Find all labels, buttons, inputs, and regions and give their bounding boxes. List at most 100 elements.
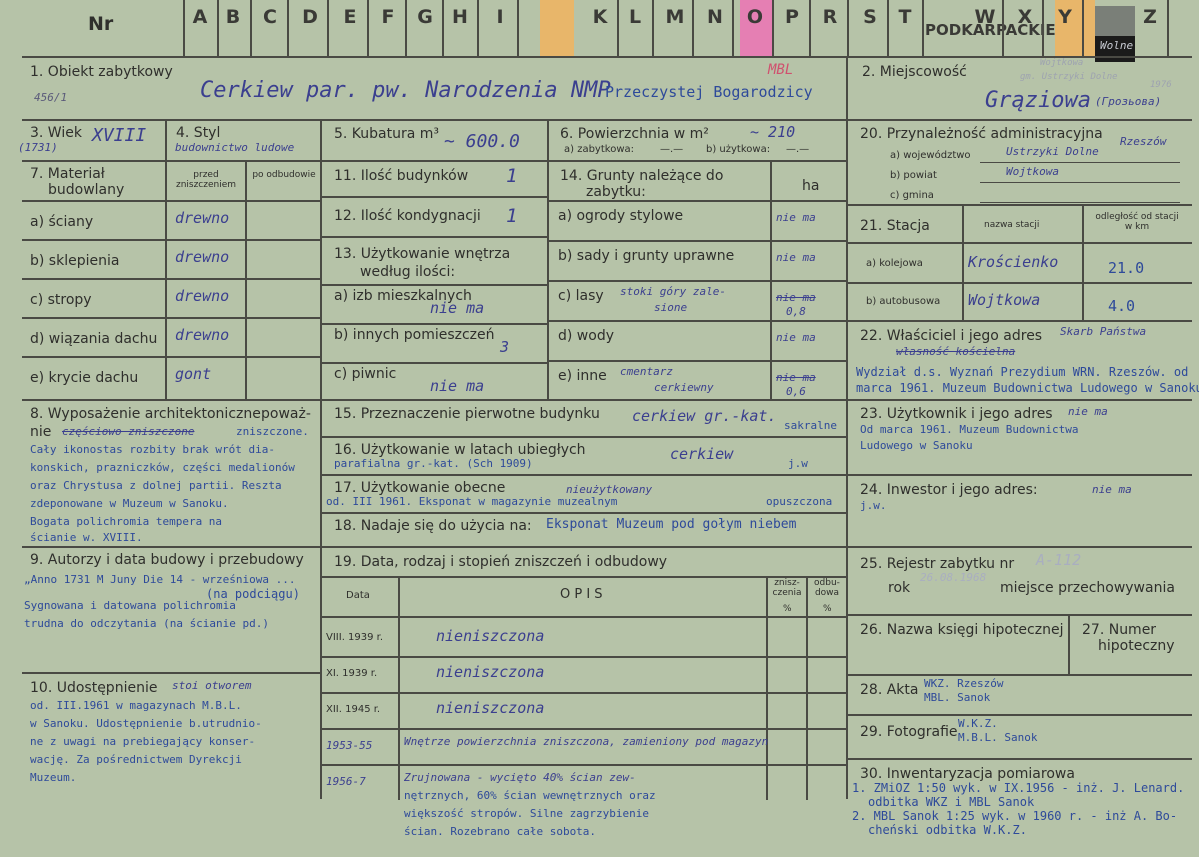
index-letter-T[interactable]: T — [890, 6, 920, 28]
f7-row-value[interactable]: drewno — [175, 248, 229, 266]
index-letter-B[interactable]: B — [218, 6, 248, 28]
f14-row-ha[interactable]: nie ma — [776, 371, 816, 385]
index-letter-D[interactable]: D — [295, 6, 325, 28]
f10-line3[interactable]: ne z uwagi na prebiegający konser- — [30, 735, 255, 749]
index-letter-S[interactable]: S — [855, 6, 885, 28]
f16-sub: parafialna gr.-kat. (Sch 1909) — [334, 457, 533, 470]
f5-label: 5. Kubatura m³ — [334, 126, 440, 142]
f6-value[interactable]: ~ 210 — [750, 123, 795, 141]
index-letter-I[interactable]: I — [485, 6, 515, 28]
f3-label: 3. Wiek — [30, 125, 82, 141]
index-letter-P[interactable]: P — [777, 6, 807, 28]
f14-row-ha[interactable]: nie ma — [776, 251, 816, 265]
col-sep-1 — [846, 56, 848, 120]
f22-value[interactable]: Skarb Państwa — [1060, 325, 1146, 339]
f5-value[interactable]: ~ 600.0 — [444, 131, 520, 153]
f10-line4[interactable]: wację. Za pośrednictwem Dyrekcji — [30, 753, 242, 767]
f7-row-value[interactable]: drewno — [175, 287, 229, 305]
index-letter-R[interactable]: R — [815, 6, 845, 28]
f16-label: 16. Użytkowanie w latach ubiegłych — [334, 442, 586, 458]
f1-value2: Przeczystej Bogarodzicy — [605, 83, 813, 101]
index-letter-Z[interactable]: Z — [1135, 6, 1165, 28]
rule-21 — [846, 320, 1192, 322]
index-letter-X[interactable]: X — [1010, 6, 1040, 28]
f13-row-value[interactable]: nie ma — [430, 299, 484, 317]
f7-label: 7. Materiał — [30, 166, 105, 182]
f13-row-value[interactable]: nie ma — [430, 377, 484, 395]
f7-row-value[interactable]: drewno — [175, 209, 229, 227]
rule-12 — [320, 236, 548, 238]
index-letter-N[interactable]: N — [700, 6, 730, 28]
f4-value[interactable]: budownictwo ludowe — [175, 141, 294, 155]
f13-label2: według ilości: — [360, 264, 456, 280]
f23-value[interactable]: nie ma — [1068, 405, 1108, 419]
f13-row-value[interactable]: 3 — [500, 338, 509, 356]
f19-row-desc[interactable]: Wnętrze powierzchnia zniszczona, zamieni… — [404, 735, 768, 749]
f14-row-ha[interactable]: nie ma — [776, 331, 816, 345]
f8-line1[interactable]: zniszczone. — [236, 425, 309, 439]
f10-line2[interactable]: w Sanoku. Udostępnienie b.utrudnio- — [30, 717, 262, 731]
index-letter-Y[interactable]: Y — [1050, 6, 1080, 28]
f30-line4: cheński odbitka W.K.Z. — [868, 823, 1027, 837]
index-letter-G[interactable]: G — [410, 6, 440, 28]
index-letter-K[interactable]: K — [585, 6, 615, 28]
f1-value[interactable]: Cerkiew par. pw. Narodzenia NMP — [200, 78, 611, 103]
f8-line6[interactable]: Bogata polichromia tempera na — [30, 515, 222, 529]
f14-row-ha[interactable]: nie ma — [776, 291, 816, 305]
f28-v2: MBL. Sanok — [924, 691, 991, 704]
f11-value[interactable]: 1 — [506, 165, 517, 188]
f25-value[interactable]: A-112 — [1036, 551, 1081, 569]
f14-row-value[interactable]: stoki góry zale- — [620, 285, 726, 299]
f1-label: 1. Obiekt zabytkowy — [30, 64, 173, 80]
f15-value[interactable]: cerkiew gr.-kat. — [632, 407, 777, 425]
f9-line1[interactable]: „Anno 1731 M Juny Die 14 - wrześniowa ..… — [24, 573, 296, 587]
index-letter-W[interactable]: W — [970, 6, 1000, 28]
index-letter-L[interactable]: L — [620, 6, 650, 28]
f19-row-date: XII. 1945 r. — [326, 704, 381, 715]
rule-24 — [846, 546, 1192, 548]
f21-row-km[interactable]: 4.0 — [1108, 297, 1135, 315]
f8-line5[interactable]: zdeponowane w Muzeum w Sanoku. — [30, 497, 229, 511]
f8-line4[interactable]: oraz Chrystusa z dolnej partii. Reszta — [30, 479, 282, 493]
index-letter-M[interactable]: M — [660, 6, 690, 28]
f9-line3[interactable]: trudna do odczytania (na ścianie pd.) — [24, 617, 269, 631]
f8-line3[interactable]: konskich, prazniczków, części medalionów — [30, 461, 295, 475]
f3-value[interactable]: XVIII — [92, 125, 146, 147]
f10-line1[interactable]: od. III.1961 w magazynach M.B.L. — [30, 699, 242, 713]
f19-row-desc[interactable]: nieniszczona — [436, 699, 544, 717]
rule-25 — [846, 614, 1192, 616]
f24-value[interactable]: nie ma — [1092, 483, 1132, 497]
f14-row-ha[interactable]: nie ma — [776, 211, 816, 225]
f10-line5[interactable]: Muzeum. — [30, 771, 76, 785]
f7-row-value[interactable]: drewno — [175, 326, 229, 344]
f2-value[interactable]: Grąziowa — [985, 88, 1091, 113]
f14-row-value[interactable]: cmentarz — [620, 365, 673, 379]
f20-row-value[interactable]: Wojtkowa — [1006, 165, 1059, 179]
index-letter-O[interactable]: O — [740, 6, 770, 28]
letter-divider — [809, 0, 811, 56]
f8-line7[interactable]: ścianie w. XVIII. — [30, 531, 143, 545]
f12-value[interactable]: 1 — [506, 205, 517, 228]
index-letter-E[interactable]: E — [335, 6, 365, 28]
f19-row-desc[interactable]: nieniszczona — [436, 627, 544, 645]
f8-line2[interactable]: Cały ikonostas rozbity brak wrót dia- — [30, 443, 275, 457]
f20-row-value[interactable]: Ustrzyki Dolne — [1006, 145, 1099, 159]
f18-value[interactable]: Eksponat Muzeum pod gołym niebem — [546, 517, 796, 533]
index-letter-C[interactable]: C — [255, 6, 285, 28]
f21-col2: odległość od stacji w km — [1095, 212, 1179, 233]
index-letter-H[interactable]: H — [445, 6, 475, 28]
f9-line2[interactable]: Sygnowana i datowana polichromia — [24, 599, 236, 613]
f19-row-desc[interactable]: nieniszczona — [436, 663, 544, 681]
f16-value[interactable]: cerkiew — [670, 445, 733, 463]
f19-row-date: XI. 1939 r. — [326, 668, 378, 679]
f20-value[interactable]: Rzeszów — [1120, 135, 1166, 149]
f21-row-km[interactable]: 21.0 — [1108, 259, 1144, 277]
index-letter-F[interactable]: F — [373, 6, 403, 28]
f21-row-station[interactable]: Krościenko — [968, 253, 1058, 271]
f21-row-station[interactable]: Wojtkowa — [968, 291, 1040, 309]
f7-row-value[interactable]: gont — [175, 365, 211, 383]
f10-value[interactable]: stoi otworem — [172, 679, 251, 693]
f19-row-desc[interactable]: Zrujnowana - wycięto 40% ścian zew- — [404, 771, 636, 785]
index-letter-A[interactable]: A — [185, 6, 215, 28]
inventory-card: Nr PODKARPACKIE Wolne 1. Obiekt zabytkow… — [0, 0, 1199, 857]
